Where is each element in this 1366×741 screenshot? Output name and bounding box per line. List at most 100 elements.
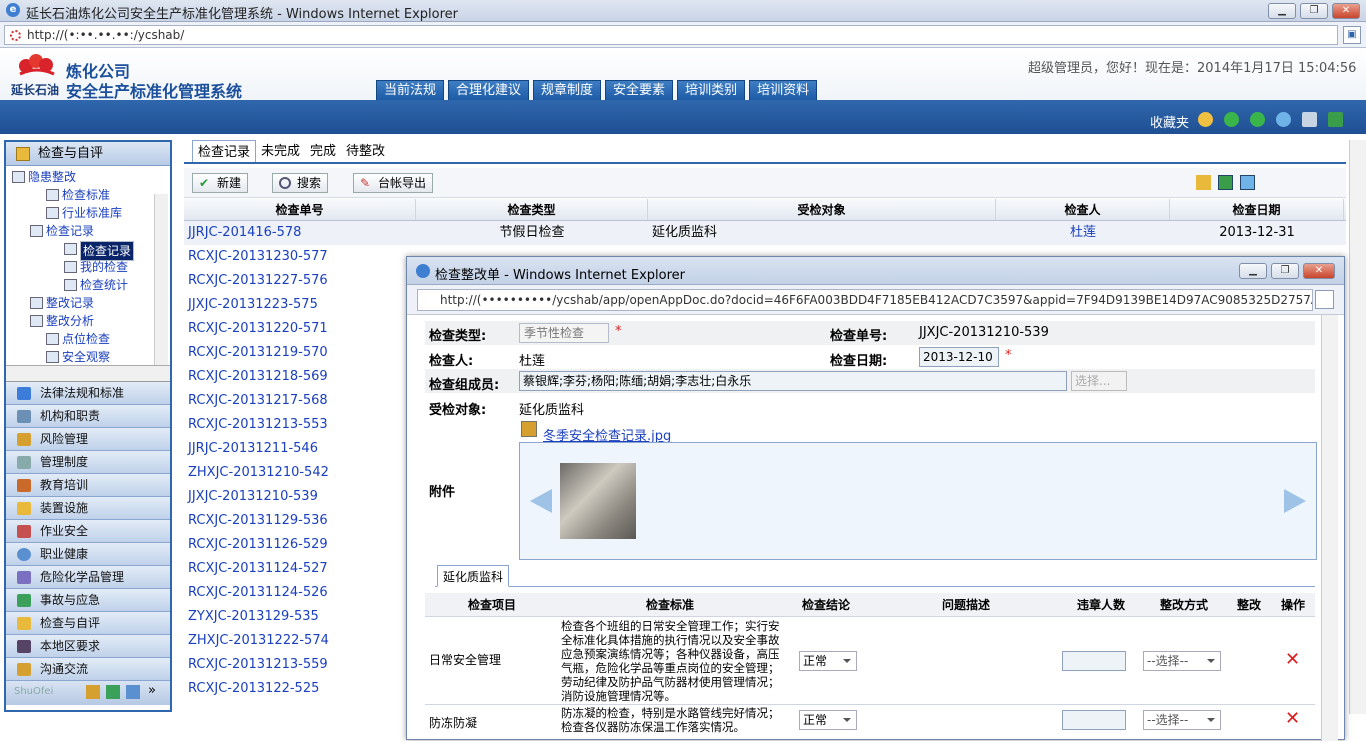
logout-icon[interactable] <box>1328 112 1343 127</box>
accordion-label: 机构和职责 <box>40 409 101 423</box>
minimize-button[interactable]: ▁ <box>1268 3 1296 19</box>
nav-tab[interactable]: 培训资料 <box>749 80 818 100</box>
col-header[interactable]: 检查单号 <box>184 199 416 220</box>
popup-maximize-button[interactable]: ❐ <box>1271 263 1299 279</box>
main-tabs: 检查记录 未完成 完成 待整改 <box>184 140 1346 164</box>
accordion-item[interactable]: 法律法规和标准 <box>6 382 170 405</box>
col-header[interactable]: 检查类型 <box>416 199 648 220</box>
tree-node[interactable]: 检查记录 <box>64 241 135 261</box>
result-select[interactable]: 正常 <box>799 710 857 730</box>
favorites-link[interactable]: 收藏夹 <box>1150 112 1189 131</box>
members-field[interactable]: 蔡银辉;李芬;杨阳;陈缅;胡娟;李志壮;白永乐 <box>519 371 1067 391</box>
violator-count-input[interactable] <box>1062 651 1126 671</box>
tree-node[interactable]: 整改分析 <box>30 313 94 330</box>
popup-address-input[interactable]: http://(••••••••••/ycshab/app/openAppDoc… <box>417 289 1313 311</box>
prev-arrow-icon[interactable] <box>530 489 552 513</box>
view-icon[interactable] <box>1218 175 1233 190</box>
search-button[interactable]: 搜索 <box>272 173 329 193</box>
tree-node[interactable]: 检查标准 <box>46 187 110 204</box>
table-row[interactable]: JJRJC-201416-578 节假日检查 延化质监科 杜莲 2013-12-… <box>184 221 1346 245</box>
tab-unfinished[interactable]: 未完成 <box>256 140 305 162</box>
delete-icon[interactable]: ✕ <box>1285 708 1300 729</box>
accordion-item[interactable]: 检查与自评 <box>6 612 170 635</box>
tab-finished[interactable]: 完成 <box>305 140 341 162</box>
tree-node[interactable]: 行业标准库 <box>46 205 122 222</box>
export-button[interactable]: ✎ 台帐导出 <box>353 173 434 193</box>
main-scrollbar[interactable] <box>1349 140 1366 714</box>
nav-tab[interactable]: 合理化建议 <box>448 80 530 100</box>
accordion-item[interactable]: 教育培训 <box>6 474 170 497</box>
next-arrow-icon[interactable] <box>1284 489 1306 513</box>
tab-records[interactable]: 检查记录 <box>192 140 257 162</box>
expand-icon[interactable]: » <box>148 683 156 698</box>
accordion-item[interactable]: 职业健康 <box>6 543 170 566</box>
date-field[interactable]: 2013-12-10 <box>919 347 999 367</box>
tab-pending[interactable]: 待整改 <box>341 140 390 162</box>
home-icon[interactable] <box>1198 112 1213 127</box>
record-id[interactable]: JJRJC-201416-578 <box>184 221 416 245</box>
sidebar-header[interactable]: 检查与自评 <box>6 142 170 166</box>
nav-tab[interactable]: 规章制度 <box>533 80 602 100</box>
folder-icon[interactable] <box>86 685 100 699</box>
method-select[interactable]: --选择-- <box>1143 710 1221 730</box>
accordion-item[interactable]: 事故与应急 <box>6 589 170 612</box>
close-button[interactable]: ✕ <box>1332 3 1360 19</box>
refresh-icon[interactable] <box>1276 112 1291 127</box>
accordion-item[interactable]: 管理制度 <box>6 451 170 474</box>
nav-tab[interactable]: 当前法规 <box>376 80 445 100</box>
tree-node[interactable]: 整改记录 <box>30 295 94 312</box>
check-row: 日常安全管理 检查各个班组的日常安全管理工作；实行安全标准化具体措施的执行情况以… <box>425 617 1315 705</box>
tree-node[interactable]: 隐患整改 <box>12 169 76 186</box>
tree-node[interactable]: 点位检查 <box>46 331 110 348</box>
record-inspector[interactable]: 杜莲 <box>996 221 1170 245</box>
accordion-item[interactable]: 机构和职责 <box>6 405 170 428</box>
settings-icon[interactable] <box>1302 112 1317 127</box>
accordion-item[interactable]: 作业安全 <box>6 520 170 543</box>
method-select[interactable]: --选择-- <box>1143 651 1221 671</box>
folder-icon[interactable] <box>1196 175 1211 190</box>
accordion-item[interactable]: 装置设施 <box>6 497 170 520</box>
col-header[interactable]: 检查日期 <box>1170 199 1344 220</box>
choose-button[interactable]: 选择... <box>1071 371 1127 391</box>
attachment-label: 附件 <box>429 485 456 500</box>
tree-hscrollbar[interactable] <box>6 366 170 382</box>
col-header[interactable]: 检查人 <box>996 199 1170 220</box>
tab-department[interactable]: 延化质监科 <box>437 565 510 587</box>
maximize-button[interactable]: ❐ <box>1300 3 1328 19</box>
nav-tab[interactable]: 安全要素 <box>605 80 674 100</box>
result-select[interactable]: 正常 <box>799 651 857 671</box>
accordion-item[interactable]: 风险管理 <box>6 428 170 451</box>
type-select[interactable]: 季节性检查 <box>519 323 609 343</box>
sidebar-footer: ShuOfei » <box>6 681 170 705</box>
col-header[interactable]: 受检对象 <box>648 199 996 220</box>
tree-node[interactable]: 检查记录 <box>30 223 94 240</box>
col-header: 违章人数 <box>1076 598 1125 612</box>
accordion-item[interactable]: 本地区要求 <box>6 635 170 658</box>
image-icon[interactable] <box>1240 175 1255 190</box>
back-icon[interactable] <box>1224 112 1239 127</box>
popup-minimize-button[interactable]: ▁ <box>1239 263 1267 279</box>
popup-close-button[interactable]: ✕ <box>1303 263 1335 279</box>
record-type: 节假日检查 <box>499 225 565 240</box>
new-button[interactable]: ✔ 新建 <box>192 173 249 193</box>
accordion-item[interactable]: 沟通交流 <box>6 658 170 681</box>
accordion-item[interactable]: 危险化学品管理 <box>6 566 170 589</box>
list-icon[interactable] <box>126 685 140 699</box>
popup-title: 检查整改单 - Windows Internet Explorer <box>435 268 685 283</box>
tree-node[interactable]: 我的检查 <box>64 259 128 276</box>
tree-node[interactable]: 检查统计 <box>64 277 128 294</box>
nav-tab[interactable]: 培训类别 <box>677 80 746 100</box>
type-label: 检查类型: <box>429 329 487 344</box>
popup-scrollbar[interactable] <box>1321 315 1338 741</box>
delete-icon[interactable]: ✕ <box>1285 649 1300 670</box>
doc-icon <box>64 243 77 255</box>
attachment-thumbnail[interactable] <box>560 463 636 539</box>
tree-node[interactable]: 安全观察 <box>46 349 110 365</box>
address-input[interactable]: http://(•:••.••.••:/ycshab/ <box>4 25 1338 45</box>
violator-count-input[interactable] <box>1062 710 1126 730</box>
compat-view-icon[interactable]: ▣ <box>1343 26 1361 44</box>
compat-view-icon[interactable] <box>1315 290 1334 309</box>
forward-icon[interactable] <box>1250 112 1265 127</box>
grid-icon[interactable] <box>106 685 120 699</box>
tree-scrollbar[interactable] <box>154 194 168 365</box>
